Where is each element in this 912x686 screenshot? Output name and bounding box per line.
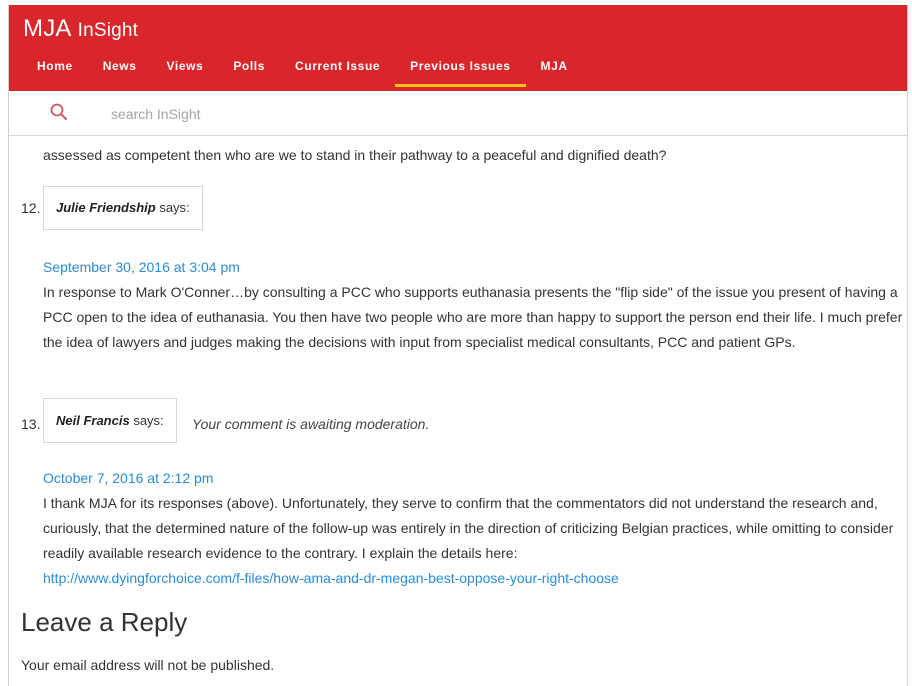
comment-body-text: I thank MJA for its responses (above). U… [43,495,894,561]
comment-author: Neil Francis [56,413,130,428]
browser-viewport: MJA InSight Home News Views Polls Current… [8,5,908,686]
comment-author-box: Julie Friendship says: [43,186,203,230]
nav-news[interactable]: News [88,53,152,85]
comment-date-link[interactable]: September 30, 2016 at 3:04 pm [43,259,240,275]
search-icon[interactable] [49,102,69,122]
nav-polls[interactable]: Polls [218,53,280,85]
leave-reply-heading: Leave a Reply [21,607,188,637]
search-bar [9,91,907,136]
comment-date-link[interactable]: October 7, 2016 at 2:12 pm [43,470,213,486]
comment-number: 13. [21,416,41,432]
logo-main: MJA [23,15,72,42]
moderation-notice: Your comment is awaiting moderation. [192,416,430,432]
says-label: says: [159,200,190,215]
previous-comment-tail: assessed as competent then who are we to… [43,147,667,163]
comment-author: Julie Friendship [56,200,156,215]
nav-current-issue[interactable]: Current Issue [280,53,395,85]
nav-views[interactable]: Views [152,53,219,85]
comment-author-box: Neil Francis says: [43,398,177,443]
masthead: MJA InSight Home News Views Polls Current… [9,5,907,91]
search-input[interactable] [109,103,513,125]
comment-number: 12. [21,200,41,216]
email-privacy-note: Your email address will not be published… [21,657,275,673]
logo-sub: InSight [77,20,139,41]
nav-previous-issues[interactable]: Previous Issues [395,53,526,87]
nav-home[interactable]: Home [9,53,88,85]
external-link[interactable]: http://www.dyingforchoice.com/f-files/ho… [43,570,619,586]
comment-body: In response to Mark O'Conner…by consulti… [43,284,903,350]
comment-body: I thank MJA for its responses (above). U… [43,491,903,591]
nav-mja[interactable]: MJA [526,53,583,85]
says-label: says: [133,413,164,428]
main-nav: Home News Views Polls Current Issue Prev… [9,53,907,91]
site-logo[interactable]: MJA InSight [23,15,138,43]
